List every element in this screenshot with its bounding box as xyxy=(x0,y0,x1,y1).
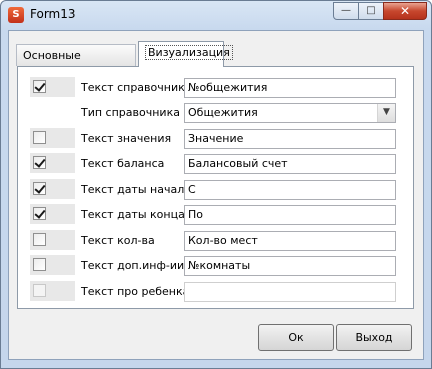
label-directory-text: Текст справочника xyxy=(81,81,192,94)
row-cb-area xyxy=(30,77,75,97)
exit-button[interactable]: Выход xyxy=(336,324,412,351)
label-start-date-text: Текст даты начала xyxy=(81,183,191,196)
label-directory-type: Тип справочника xyxy=(81,106,180,119)
app-icon[interactable]: S xyxy=(8,7,24,23)
row-cb-area xyxy=(30,204,75,224)
minimize-button[interactable]: — xyxy=(333,2,359,20)
checkbox-directory-text[interactable] xyxy=(33,80,46,93)
label-value-text: Текст значения xyxy=(81,132,172,145)
row-cb-area xyxy=(30,179,75,199)
checkbox-end-date-text[interactable] xyxy=(33,207,46,220)
field-quantity-text[interactable]: Кол-во мест xyxy=(184,231,396,251)
label-quantity-text: Текст кол-ва xyxy=(81,234,155,247)
label-extra-info-text: Текст доп.инф-ии xyxy=(81,259,185,272)
field-value-text[interactable]: Значение xyxy=(184,129,396,149)
checkbox-balance-text[interactable] xyxy=(33,156,46,169)
checkbox-extra-info-text[interactable] xyxy=(33,258,46,271)
field-start-date-text[interactable]: С xyxy=(184,180,396,200)
field-child-text[interactable] xyxy=(184,282,396,302)
ok-button[interactable]: Ок xyxy=(258,324,334,351)
tab-visualization-label: Визуализация xyxy=(145,45,233,60)
row-cb-area xyxy=(30,230,75,250)
checkbox-child-text[interactable] xyxy=(33,284,46,297)
checkbox-quantity-text[interactable] xyxy=(33,233,46,246)
chevron-down-icon[interactable]: ▼ xyxy=(377,104,395,122)
label-balance-text: Текст баланса xyxy=(81,157,165,170)
field-balance-text[interactable]: Балансовый счет xyxy=(184,154,396,174)
select-directory-type[interactable]: Общежития ▼ xyxy=(184,103,396,123)
row-cb-area xyxy=(30,153,75,173)
row-cb-area xyxy=(30,128,75,148)
maximize-button[interactable]: □ xyxy=(358,2,384,20)
window-title: Form13 xyxy=(30,7,76,21)
title-bar[interactable]: S Form13 — □ ✕ xyxy=(1,1,431,29)
row-cb-area xyxy=(30,255,75,275)
label-end-date-text: Текст даты конца xyxy=(81,208,185,221)
row-cb-area xyxy=(30,281,75,301)
field-directory-text[interactable]: №общежития xyxy=(184,78,396,98)
field-end-date-text[interactable]: По xyxy=(184,205,396,225)
checkbox-value-text[interactable] xyxy=(33,131,46,144)
tab-basic-info[interactable]: Основные сведения xyxy=(16,44,136,83)
tab-visualization[interactable]: Визуализация xyxy=(138,41,233,67)
field-extra-info-text[interactable]: №комнаты xyxy=(184,256,396,276)
checkbox-start-date-text[interactable] xyxy=(33,182,46,195)
close-button[interactable]: ✕ xyxy=(383,2,427,20)
label-child-text: Текст про ребенка xyxy=(81,285,190,298)
select-directory-type-value: Общежития xyxy=(188,106,258,119)
